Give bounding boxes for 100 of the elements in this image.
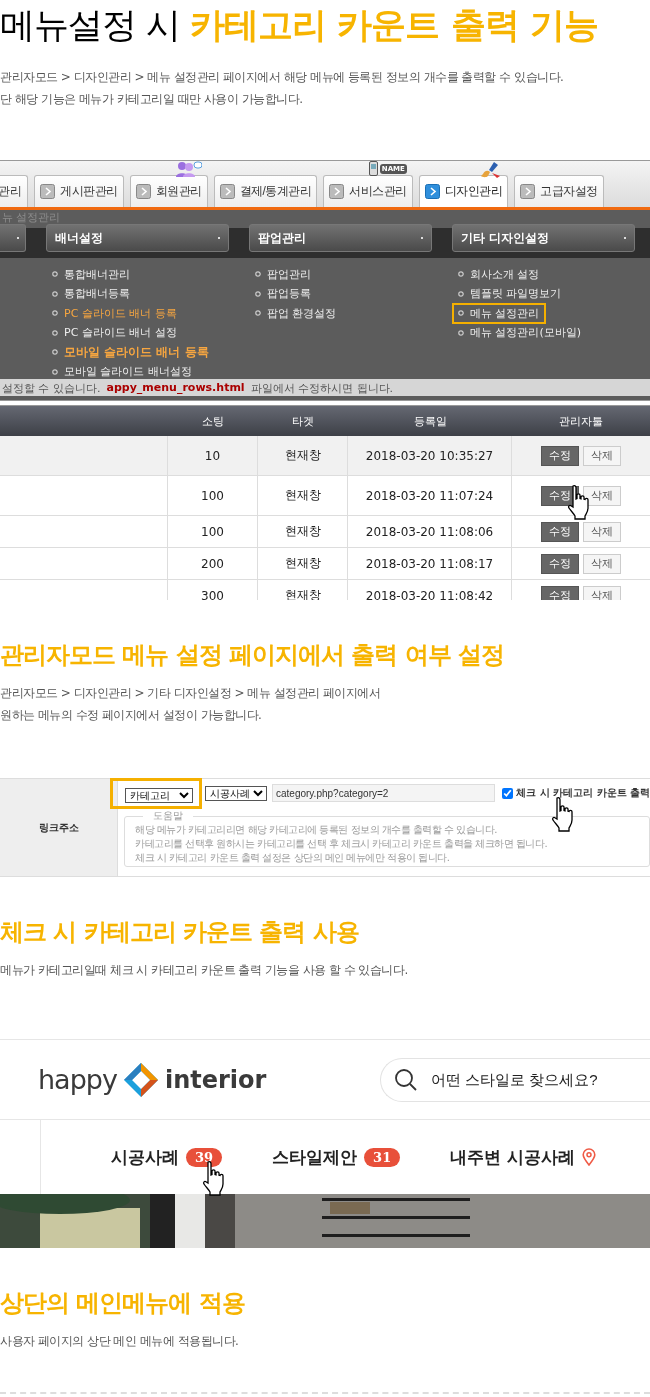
field-label: 링크주소 xyxy=(0,779,118,876)
section-heading: 관리자모드 메뉴 설정 페이지에서 출력 여부 설정 xyxy=(0,640,506,670)
nav-link[interactable]: 스타일제안 31 xyxy=(272,1145,401,1169)
cube-logo-icon xyxy=(122,1061,159,1098)
table-cell: 현재창 xyxy=(258,548,348,579)
column-header: 관리자툴 xyxy=(558,413,604,429)
section-heading: 상단의 메인메뉴에 적용 xyxy=(0,1288,246,1318)
table-cell: 현재창 xyxy=(258,516,348,547)
menu-tab[interactable]: 고급자설정 xyxy=(514,175,604,207)
table-cell: 2018-03-20 11:08:17 xyxy=(348,548,512,579)
table-cell: 2018-03-20 11:08:42 xyxy=(348,580,512,600)
bullet-icon xyxy=(255,290,261,297)
table-cell: 2018-03-20 10:35:27 xyxy=(348,436,512,475)
table-row[interactable]: 10 현재창 2018-03-20 10:35:27 수정 삭제 xyxy=(0,436,650,476)
arrow-box-icon xyxy=(135,184,151,199)
menu-item[interactable]: PC 슬라이드 배너 등록 xyxy=(46,302,183,324)
table-cell: 2018-03-20 11:08:06 xyxy=(348,516,512,547)
description-text: 메뉴가 카테고리일때 체크 시 카테고리 카운트 출력 기능을 사용 할 수 있습니다. xyxy=(0,962,409,979)
description-text: 원하는 메뉴의 수정 페이지에서 설정이 가능합니다. xyxy=(0,707,263,724)
menu-item[interactable]: 통합배너등록 xyxy=(46,283,136,304)
count-badge: 39 xyxy=(186,1147,223,1167)
arrow-box-icon xyxy=(520,184,536,199)
phone-icon xyxy=(368,161,378,176)
location-pin-icon xyxy=(582,1148,597,1166)
edit-button[interactable]: 수정 xyxy=(541,553,579,574)
bullet-icon xyxy=(52,329,58,336)
bullet-icon xyxy=(458,310,464,316)
delete-button[interactable]: 삭제 xyxy=(583,553,621,574)
menu-tab[interactable]: 회원관리 xyxy=(129,175,208,207)
menu-item[interactable]: 통합배너관리 xyxy=(46,263,136,285)
column-header: 소팅 xyxy=(201,413,225,429)
description-text: 사용자 페이지의 상단 메인 메뉴에 적용됩니다. xyxy=(0,1333,240,1350)
bullet-icon xyxy=(255,271,261,277)
table-row[interactable]: 100 현재창 2018-03-20 11:08:06 수정 삭제 xyxy=(0,516,650,548)
table-cell: 10 xyxy=(168,436,258,475)
menu-item[interactable]: 템플릿 파일명보기 xyxy=(452,283,568,304)
arrow-box-icon xyxy=(329,184,345,199)
help-legend: 도움말 xyxy=(143,809,193,823)
table-row[interactable]: 200 현재창 2018-03-20 11:08:17 수정 삭제 xyxy=(0,548,650,580)
table-cell: 300 xyxy=(168,580,258,600)
menu-header: 팝업관리 xyxy=(249,224,432,252)
checkbox-label: 체크 시 카테고리 카운트 출력 xyxy=(516,786,650,800)
help-text: 카테고리를 선택후 원하시는 카테고리를 선택 후 체크시 카테고리 카운트 출력을 체크하면 됩니다. xyxy=(135,837,549,851)
menu-tab[interactable]: 서비스관리 xyxy=(323,175,413,207)
menu-tab[interactable]: 결제/통계관리 xyxy=(213,175,318,207)
edit-button[interactable]: 수정 xyxy=(541,521,579,542)
arrow-box-icon xyxy=(40,184,55,199)
menu-header xyxy=(0,224,26,252)
help-text: 해당 메뉴가 카테고리리면 해당 카테고리에 등록된 정보의 개수를 출력할 수 있습니다. xyxy=(135,823,498,837)
search-icon xyxy=(394,1067,418,1092)
bullet-icon xyxy=(52,368,58,375)
type-select[interactable]: 카테고리 xyxy=(125,787,193,803)
bullet-icon xyxy=(458,329,464,336)
menu-item[interactable]: 회사소개 설정 xyxy=(452,263,546,285)
menu-item[interactable]: 팝업관리 xyxy=(249,263,317,285)
note-text: 파일에서 수정하시면 됩니다. xyxy=(250,381,394,396)
menu-item[interactable]: 팝업 환경설정 xyxy=(249,302,343,324)
description-text: 단 해당 기능은 메뉴가 카테고리일 때만 사용이 가능합니다. xyxy=(0,91,304,108)
table-cell: 현재창 xyxy=(258,580,348,600)
delete-button[interactable]: 삭제 xyxy=(583,445,621,466)
category-select[interactable]: 시공사례 xyxy=(205,785,267,801)
nav-link[interactable]: 내주변 시공사례 xyxy=(450,1145,597,1169)
table-cell: 2018-03-20 11:07:24 xyxy=(348,476,512,515)
logo-text: interior xyxy=(164,1065,267,1094)
bullet-icon xyxy=(52,271,58,277)
table-cell: 현재창 xyxy=(258,436,348,475)
url-field[interactable]: category.php?category=2 xyxy=(272,784,496,802)
menu-item[interactable]: 메뉴 설정관리 xyxy=(452,302,546,324)
nav-link[interactable]: 시공사례 39 xyxy=(111,1145,223,1169)
file-name: appy_menu_rows.html xyxy=(106,381,245,396)
menu-header: 기타 디자인설정 xyxy=(452,224,635,252)
delete-button[interactable]: 삭제 xyxy=(583,521,621,542)
menu-item[interactable]: PC 슬라이드 배너 설정 xyxy=(46,322,183,343)
edit-button[interactable]: 수정 xyxy=(541,585,579,600)
bullet-icon xyxy=(52,290,58,297)
bullet-icon xyxy=(255,310,261,316)
people-icon xyxy=(175,161,202,177)
column-header: 타겟 xyxy=(291,413,315,429)
count-badge: 31 xyxy=(364,1147,401,1167)
menu-item[interactable]: 모바일 슬라이드 배너설정 xyxy=(46,361,198,382)
menu-item[interactable]: 팝업등록 xyxy=(249,283,317,304)
column-header: 등록일 xyxy=(412,413,448,429)
menu-header: 배너설정 xyxy=(46,224,229,252)
bullet-icon xyxy=(52,349,58,355)
search-field[interactable]: 어떤 스타일로 찾으세요? xyxy=(380,1057,650,1102)
menu-item[interactable]: 메뉴 설정관리(모바일) xyxy=(452,322,588,343)
table-cell: 현재창 xyxy=(258,476,348,515)
section-heading: 체크 시 카테고리 카운트 출력 사용 xyxy=(0,917,360,947)
menu-tab[interactable]: 게시판관리 xyxy=(34,175,124,207)
description-text: 관리자모드 > 디자인관리 > 메뉴 설정관리 페이지에서 해당 메뉴에 등록된 정보의 개수를 출력할 수 있습니다. xyxy=(0,69,565,86)
title-text: 메뉴설정 시 xyxy=(0,5,181,45)
count-checkbox[interactable] xyxy=(502,787,514,799)
help-text: 체크 시 카테고리 카운트 출력 설정은 상단의 메인 메뉴에만 적용이 됩니다. xyxy=(135,851,451,865)
title-highlight: 카테고리 카운트 출력 기능 xyxy=(190,5,598,45)
edit-button[interactable]: 수정 xyxy=(541,445,579,466)
menu-tab[interactable]: 디자인관리 xyxy=(418,175,509,207)
description-text: 관리자모드 > 디자인관리 > 기타 디자인설정 > 메뉴 설정관리 페이지에서 xyxy=(0,685,382,702)
delete-button[interactable]: 삭제 xyxy=(583,585,621,600)
table-cell: 100 xyxy=(168,476,258,515)
note-text: 설정할 수 있습니다. xyxy=(2,381,101,396)
